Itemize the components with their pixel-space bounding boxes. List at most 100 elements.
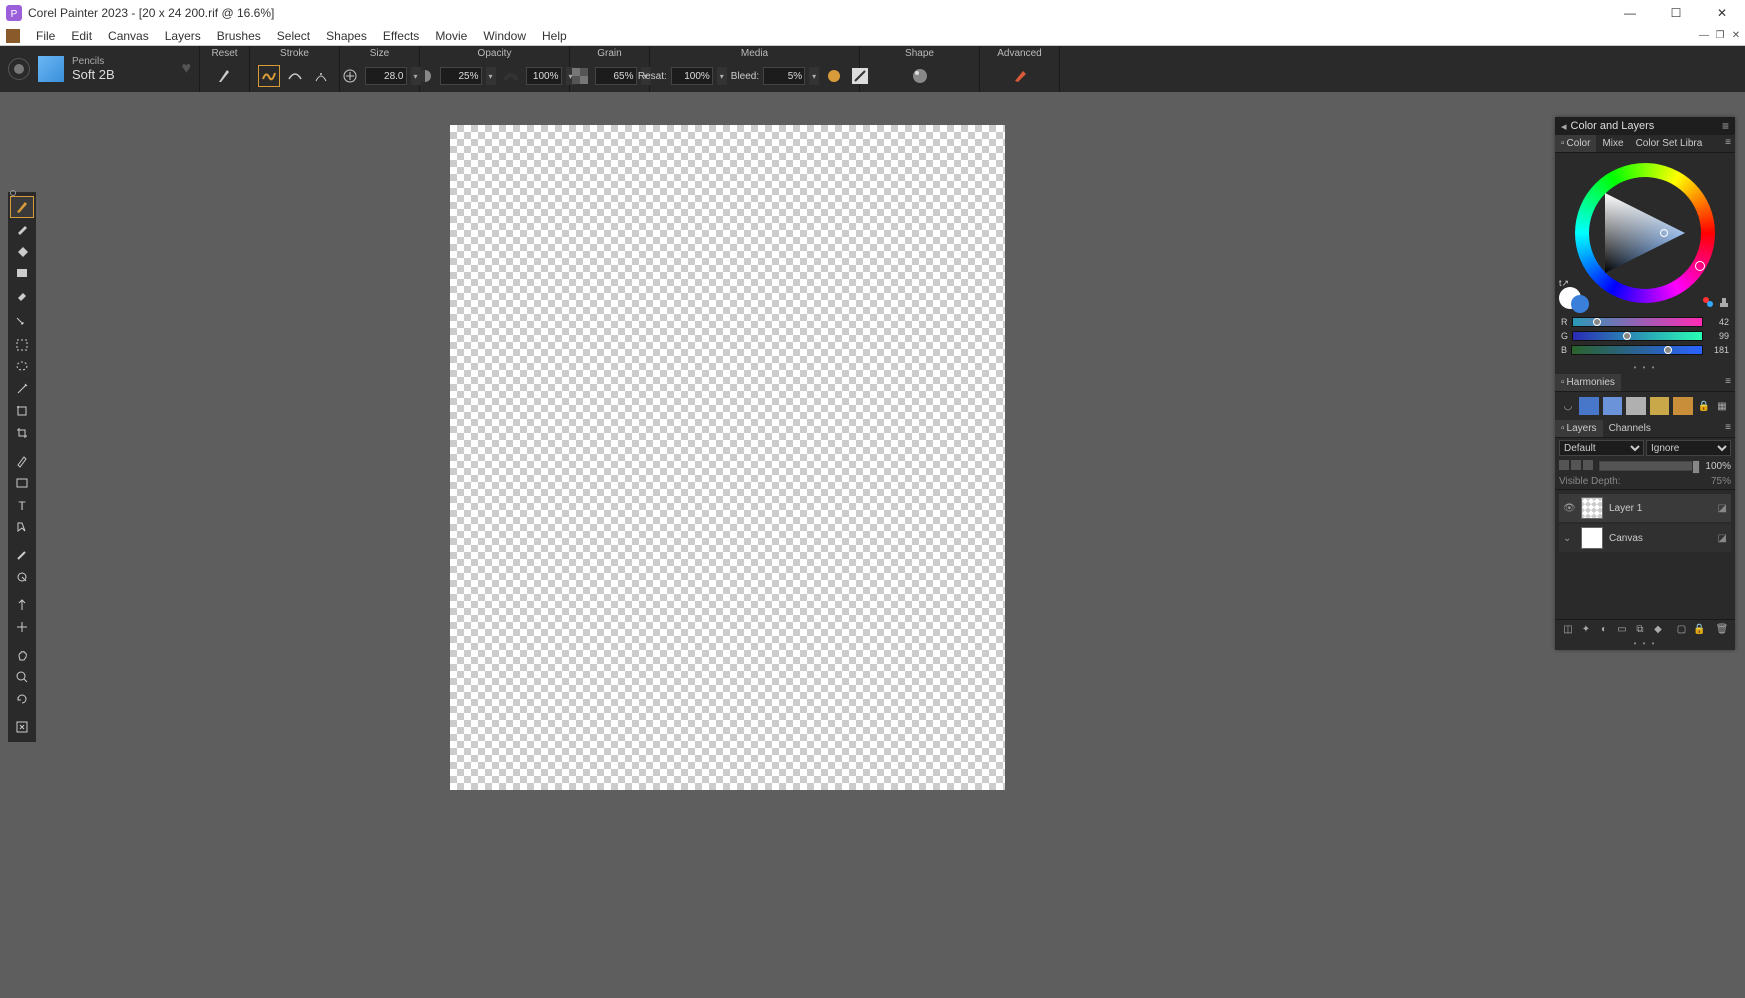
harmony-mode-icon[interactable]: ◡	[1561, 399, 1575, 413]
harmony-lock-icon[interactable]: 🔒	[1697, 399, 1711, 413]
menu-effects[interactable]: Effects	[375, 29, 427, 43]
layer-thumbnail[interactable]	[1581, 527, 1603, 549]
color-stamp-icon[interactable]	[1717, 295, 1731, 309]
mirror-tool[interactable]	[10, 594, 34, 616]
eraser-tool[interactable]	[10, 284, 34, 306]
harmony-swatch-1[interactable]	[1579, 397, 1599, 415]
rect-select-tool[interactable]	[10, 334, 34, 356]
layer-mask-button[interactable]: ◐	[1597, 623, 1611, 637]
menu-shapes[interactable]: Shapes	[318, 29, 375, 43]
magnifier-tool[interactable]	[10, 666, 34, 688]
b-slider[interactable]	[1571, 345, 1703, 355]
layer-duplicate-button[interactable]: ⧉	[1633, 623, 1647, 637]
grabber-tool[interactable]	[10, 644, 34, 666]
menu-movie[interactable]: Movie	[427, 29, 475, 43]
harmony-add-icon[interactable]: ▦	[1715, 399, 1729, 413]
tab-color[interactable]: ▫Color	[1555, 135, 1596, 152]
pick-canvas-icon[interactable]	[1583, 460, 1595, 472]
screen-mode-button[interactable]	[10, 716, 34, 738]
tab-layers[interactable]: ▫Layers	[1555, 420, 1603, 437]
sv-indicator[interactable]	[1660, 229, 1668, 237]
delete-layer-button[interactable]: 🗑	[1715, 623, 1729, 637]
tab-mixer[interactable]: Mixe	[1596, 135, 1629, 152]
panel-menu-icon[interactable]: ≡	[1722, 119, 1729, 133]
hue-indicator[interactable]	[1695, 261, 1705, 271]
menu-help[interactable]: Help	[534, 29, 575, 43]
doc-restore-button[interactable]: ❐	[1713, 30, 1727, 41]
layer-item[interactable]: 👁 Layer 1 ◪	[1559, 494, 1731, 522]
color-wheel[interactable]: t↗	[1555, 153, 1735, 313]
size-icon[interactable]	[339, 65, 361, 87]
opacity-dropdown[interactable]: ▾	[486, 67, 496, 85]
crop-tool[interactable]	[10, 422, 34, 444]
lock-transparency-icon[interactable]	[1559, 460, 1571, 472]
stroke-freehand-button[interactable]	[258, 65, 280, 87]
harmony-swatch-5[interactable]	[1673, 397, 1693, 415]
layer-adjuster-tool[interactable]	[10, 312, 34, 334]
shape-sphere-icon[interactable]	[909, 65, 931, 87]
menu-brushes[interactable]: Brushes	[209, 29, 269, 43]
burn-tool[interactable]	[10, 566, 34, 588]
layers-menu-icon[interactable]: ≡	[1721, 420, 1735, 437]
resat-dropdown[interactable]: ▾	[717, 67, 727, 85]
layer-flag-icon[interactable]: ◪	[1718, 503, 1727, 514]
color-tabs-menu-icon[interactable]: ≡	[1721, 135, 1735, 152]
maximize-button[interactable]: ☐	[1653, 0, 1699, 26]
new-canvas-button[interactable]: ▢	[1675, 623, 1689, 637]
dodge-tool[interactable]	[10, 544, 34, 566]
resat-input[interactable]: 100%	[671, 67, 713, 85]
menu-layers[interactable]: Layers	[157, 29, 209, 43]
brush-tool[interactable]	[10, 196, 34, 218]
dropper-tool[interactable]	[10, 218, 34, 240]
harmonies-menu-icon[interactable]: ≡	[1721, 374, 1735, 391]
brush-dab-preview[interactable]	[8, 58, 30, 80]
harmony-swatch-3[interactable]	[1626, 397, 1646, 415]
lasso-tool[interactable]	[10, 356, 34, 378]
menu-select[interactable]: Select	[269, 29, 318, 43]
harmony-swatch-2[interactable]	[1603, 397, 1623, 415]
layer-thumbnail[interactable]	[1581, 497, 1603, 519]
kaleidoscope-tool[interactable]	[10, 616, 34, 638]
transform-tool[interactable]	[10, 400, 34, 422]
rectangle-tool[interactable]	[10, 262, 34, 284]
favorite-icon[interactable]: ♥	[182, 60, 192, 78]
magic-wand-tool[interactable]	[10, 378, 34, 400]
visibility-icon[interactable]: ⌄	[1563, 533, 1575, 544]
brush-selector[interactable]: Pencils Soft 2B ♥	[0, 46, 200, 92]
tab-channels[interactable]: Channels	[1603, 420, 1657, 437]
reset-tool-button[interactable]	[214, 65, 236, 87]
stroke-line-button[interactable]	[284, 65, 306, 87]
menu-file[interactable]: File	[28, 29, 63, 43]
opacity-stroke-icon[interactable]	[500, 65, 522, 87]
g-slider[interactable]	[1572, 331, 1703, 341]
brush-thumbnail[interactable]	[38, 56, 64, 82]
text-tool[interactable]: T	[10, 494, 34, 516]
paint-bucket-tool[interactable]	[10, 240, 34, 262]
grain-icon[interactable]	[569, 65, 591, 87]
bleed-input[interactable]: 5%	[763, 67, 805, 85]
advanced-brush-button[interactable]	[1009, 65, 1031, 87]
visibility-icon[interactable]: 👁	[1563, 503, 1575, 514]
canvas[interactable]	[450, 125, 1005, 790]
layer-type-button[interactable]: ◆	[1651, 623, 1665, 637]
menu-window[interactable]: Window	[475, 29, 534, 43]
close-button[interactable]: ✕	[1699, 0, 1745, 26]
stroke-align-button[interactable]	[310, 65, 332, 87]
opacity-input[interactable]: 25%	[440, 67, 482, 85]
r-slider[interactable]	[1572, 317, 1704, 327]
panel-resize-grip[interactable]: • • •	[1555, 363, 1735, 374]
bleed-dropdown[interactable]: ▾	[809, 67, 819, 85]
temporal-color-icon[interactable]: t↗	[1559, 278, 1569, 289]
menu-canvas[interactable]: Canvas	[100, 29, 157, 43]
menu-edit[interactable]: Edit	[63, 29, 100, 43]
layer-item[interactable]: ⌄ Canvas ◪	[1559, 524, 1731, 552]
layers-resize-grip[interactable]: • • •	[1555, 639, 1735, 650]
depth-mode-select[interactable]: Ignore	[1646, 440, 1731, 456]
panel-grip-icon[interactable]: ◂	[1561, 120, 1567, 133]
blend-mode-select[interactable]: Default	[1559, 440, 1644, 456]
minimize-button[interactable]: —	[1607, 0, 1653, 26]
layer-lock-button[interactable]: 🔒	[1693, 623, 1707, 637]
layer-fx-button[interactable]: ✦	[1579, 623, 1593, 637]
doc-close-button[interactable]: ✕	[1729, 30, 1743, 41]
media-color-icon[interactable]	[823, 65, 845, 87]
